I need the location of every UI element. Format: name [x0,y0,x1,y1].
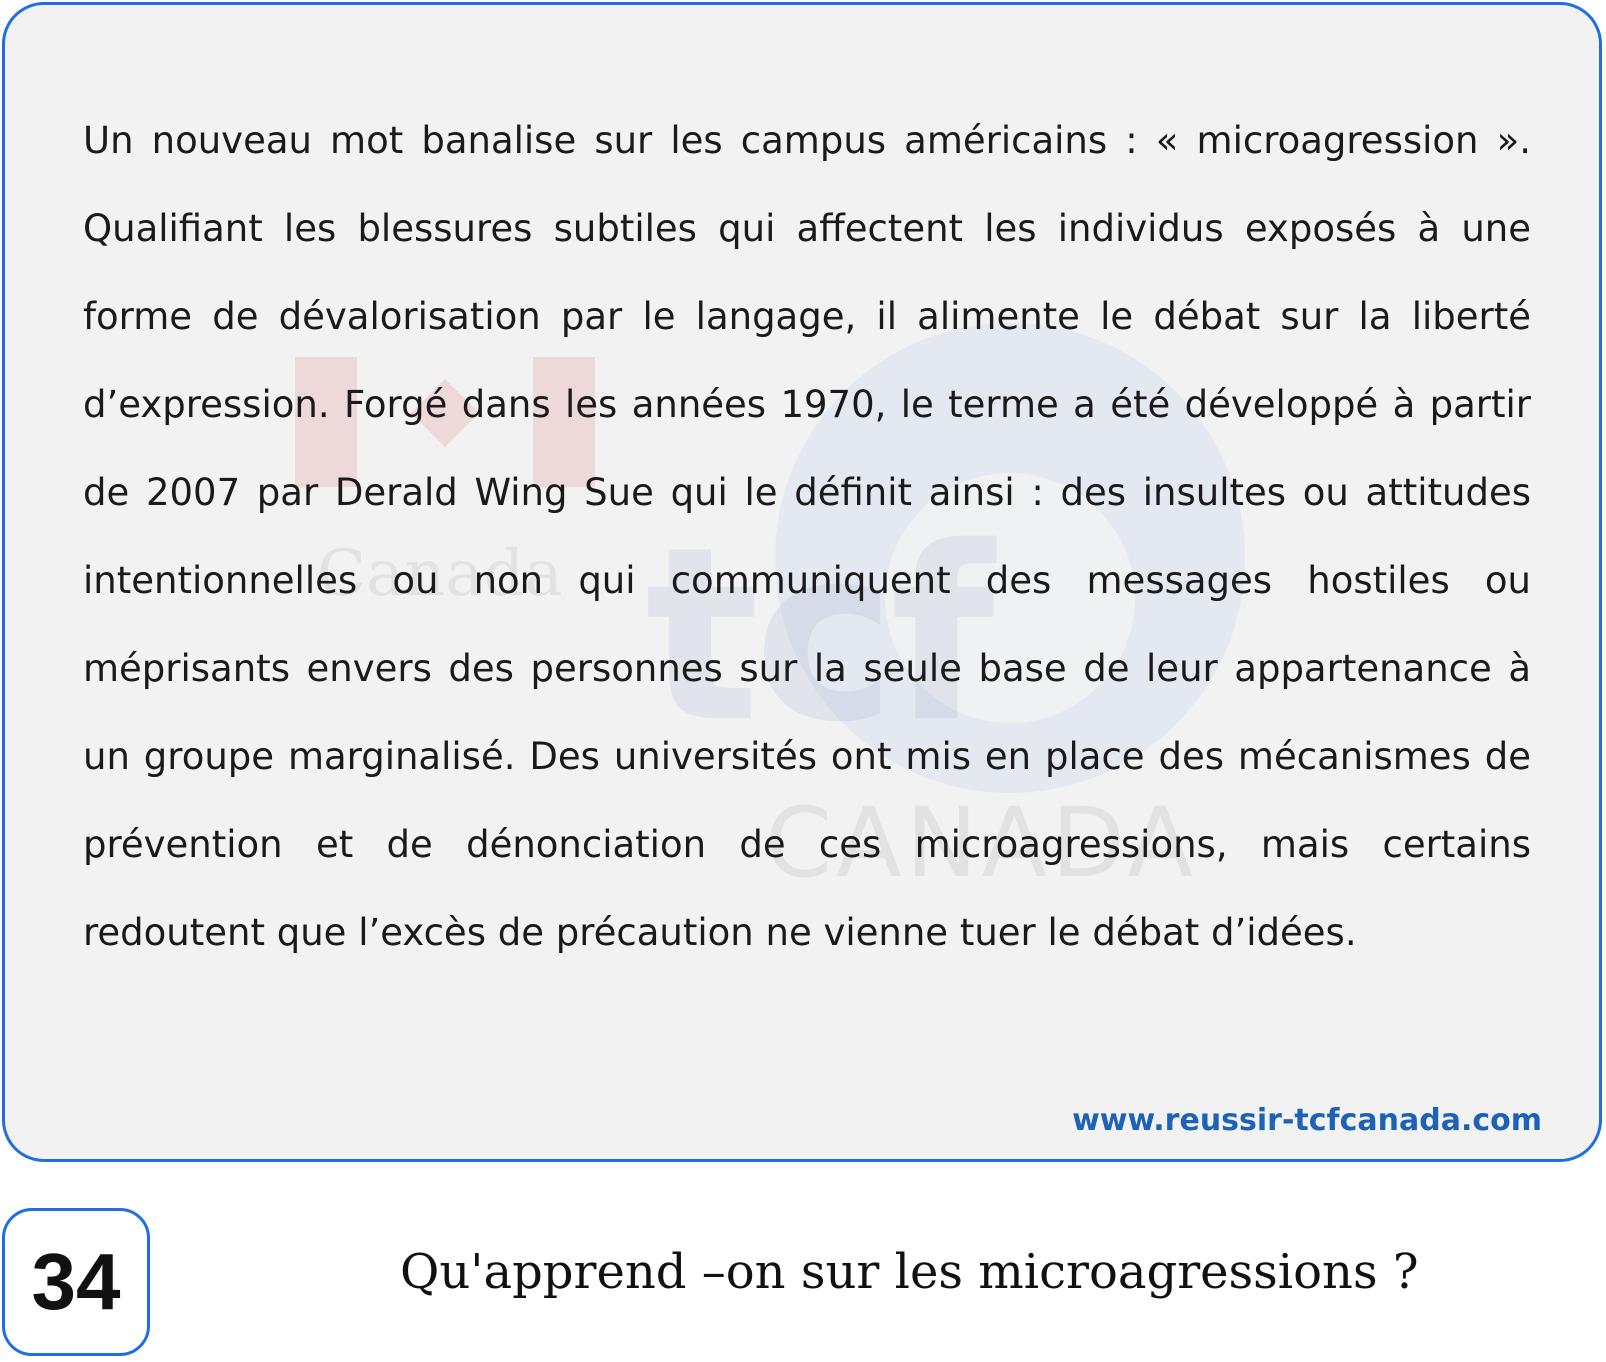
website-link[interactable]: www.reussir-tcfcanada.com [1072,1103,1542,1138]
passage-card: Canada tcf CANADA Un nouveau mot banalis… [2,2,1602,1162]
question-number: 34 [31,1237,121,1326]
question-text: Qu'apprend –on sur les microagressions ? [400,1244,1419,1300]
question-number-badge: 34 [2,1208,150,1356]
passage-text: Un nouveau mot banalise sur les campus a… [83,119,1531,954]
